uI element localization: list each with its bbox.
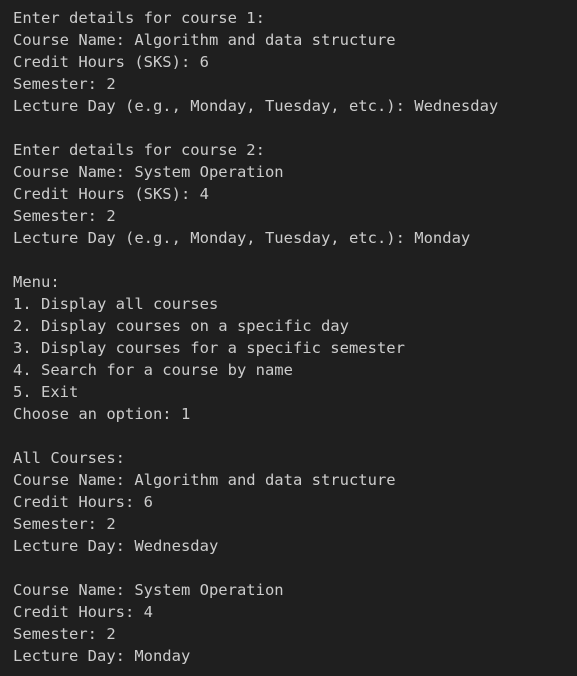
- option-prompt: Choose an option: 1: [13, 405, 191, 423]
- terminal-line: Lecture Day: Monday: [13, 647, 191, 665]
- terminal-line: Lecture Day: Wednesday: [13, 537, 219, 555]
- menu-option: 2. Display courses on a specific day: [13, 317, 349, 335]
- terminal-line: Semester: 2: [13, 207, 116, 225]
- terminal-line: Semester: 2: [13, 75, 116, 93]
- terminal-line: Course Name: Algorithm and data structur…: [13, 471, 396, 489]
- menu-option: 3. Display courses for a specific semest…: [13, 339, 405, 357]
- menu-option: 1. Display all courses: [13, 295, 219, 313]
- terminal-line: Credit Hours (SKS): 4: [13, 185, 209, 203]
- terminal-line: Semester: 2: [13, 625, 116, 643]
- terminal-line: Course Name: System Operation: [13, 581, 284, 599]
- terminal-line: Course Name: Algorithm and data structur…: [13, 31, 396, 49]
- terminal-line: Lecture Day (e.g., Monday, Tuesday, etc.…: [13, 229, 471, 247]
- terminal-line: Semester: 2: [13, 515, 116, 533]
- menu-option: 5. Exit: [13, 383, 79, 401]
- menu-option: 4. Search for a course by name: [13, 361, 293, 379]
- all-courses-heading: All Courses:: [13, 449, 125, 467]
- terminal-line: Credit Hours (SKS): 6: [13, 53, 209, 71]
- terminal-line: Credit Hours: 6: [13, 493, 153, 511]
- terminal-line: Lecture Day (e.g., Monday, Tuesday, etc.…: [13, 97, 499, 115]
- terminal-line: Enter details for course 2:: [13, 141, 265, 159]
- menu-heading: Menu:: [13, 273, 60, 291]
- terminal-output[interactable]: Enter details for course 1: Course Name:…: [0, 0, 577, 676]
- terminal-line: Course Name: System Operation: [13, 163, 284, 181]
- terminal-line: Enter details for course 1:: [13, 9, 265, 27]
- terminal-line: Credit Hours: 4: [13, 603, 153, 621]
